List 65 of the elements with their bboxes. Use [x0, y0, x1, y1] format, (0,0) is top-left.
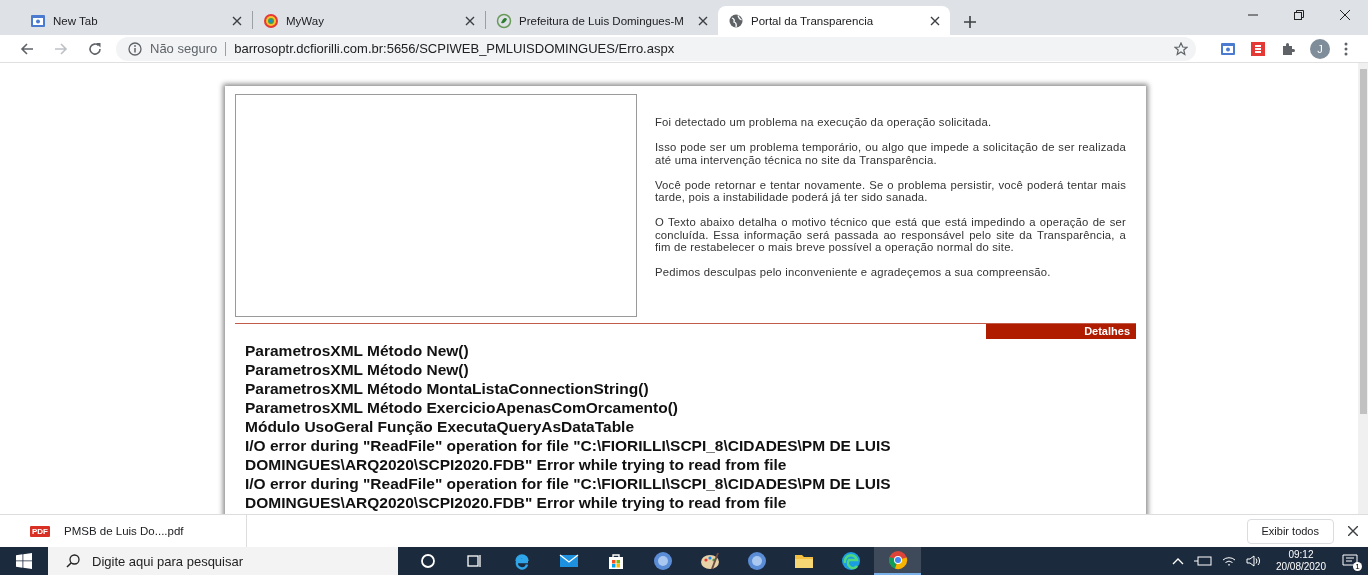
star-icon[interactable]: [1174, 41, 1188, 56]
message-paragraph: Pedimos desculpas pelo inconveniente e agradeçemos a sua compreensão.: [655, 266, 1052, 279]
task-view-icon[interactable]: [466, 553, 483, 569]
browser-tab[interactable]: New Tab: [20, 6, 252, 35]
restore-icon: [1294, 10, 1304, 20]
battery-icon[interactable]: [1193, 555, 1212, 567]
search-placeholder: Digite aqui para pesquisar: [92, 553, 244, 569]
browser-tab[interactable]: Prefeitura de Luis Domingues-M: [486, 6, 718, 35]
globe-icon: [728, 12, 744, 29]
pdf-file-icon: PDF: [30, 525, 50, 537]
address-bar[interactable]: Não seguro barrosoptr.dcfiorilli.com.br:5656/SCPIWEB_PMLUISDOMINGUES/Erro.aspx: [116, 36, 1196, 61]
error-line: ParametrosXML Método MontaListaConnectionString(): [245, 379, 649, 398]
ring-app-icon[interactable]: [652, 551, 673, 571]
reload-icon[interactable]: [88, 41, 102, 56]
notes-icon[interactable]: [1250, 40, 1266, 57]
notification-count: 1: [1353, 562, 1362, 571]
close-icon: [1340, 10, 1350, 20]
show-all-button[interactable]: Exibir todos: [1246, 518, 1334, 544]
message-paragraph: O Texto abaixo detalha o motivo técnico que está que está impedindo a operação de ser concluída. Essa informação será passada ao responsável pelo site da Transparência, a fim de restabelecer o mais breve possível a operação normal do site.: [655, 216, 1126, 254]
info-icon: [128, 41, 142, 56]
back-arrow-icon[interactable]: [20, 41, 34, 56]
wifi-icon[interactable]: [1221, 555, 1236, 567]
security-label: Não seguro: [150, 41, 218, 56]
notification-icon[interactable]: [1342, 554, 1358, 568]
close-icon[interactable]: [465, 15, 475, 26]
circle-icon[interactable]: [419, 553, 436, 569]
error-line: Módulo UsoGeral Função ExecutaQueryAsDataTable: [245, 417, 635, 436]
ring-app-icon[interactable]: [746, 551, 767, 571]
edge-icon[interactable]: [840, 551, 861, 571]
browser-tab[interactable]: Portal da Transparencia: [718, 6, 950, 35]
error-line: I/O error during "ReadFile" operation for file "C:\FIORILLI\SCPI_8\CIDADES\PM DE LUIS DOMINGUES\ARQ2020\SCPI2020.FDB" Error while trying to read from file: [245, 436, 892, 474]
message-paragraph: Você pode retornar e tentar novamente. Se o problema persistir, você poderá tentar mais tarde, pois a instabilidade poderá já ter sido sanada.: [655, 178, 1126, 204]
error-line: I/O error during "ReadFile" operation for file "C:\FIORILLI\SCPI_8\CIDADES\PM DE LUIS DOMINGUES\ARQ2020\SCPI2020.FDB" Error while trying to read from file: [245, 474, 892, 512]
menu-icon[interactable]: [1344, 41, 1348, 56]
leaf-icon: [496, 12, 512, 29]
palette-icon[interactable]: [699, 551, 720, 571]
folder-icon[interactable]: [793, 553, 814, 569]
puzzle-icon[interactable]: [1280, 40, 1296, 57]
close-icon[interactable]: [232, 15, 242, 26]
chevron-up-icon[interactable]: [1171, 557, 1184, 565]
message-paragraph: Isso pode ser um problema temporário, ou algo que impede a solicitação de ser realizada até uma intervenção técnica no site da Transparência.: [655, 141, 1126, 166]
message-paragraph: Foi detectado um problema na execução da operação solicitada.: [655, 116, 993, 129]
details-header: Detalhes: [986, 324, 1136, 339]
close-icon[interactable]: [698, 15, 708, 26]
rainbow-circle-icon: [263, 12, 279, 29]
error-line: ParametrosXML Método ExercicioApenasComOrcamento(): [245, 398, 678, 417]
plus-icon[interactable]: [964, 16, 976, 28]
volume-icon[interactable]: [1245, 555, 1260, 567]
scrollbar[interactable]: [1358, 63, 1368, 514]
close-icon[interactable]: [930, 15, 940, 26]
clock[interactable]: 09:12 20/08/2020: [1275, 549, 1326, 573]
window-icon[interactable]: [1220, 40, 1236, 57]
windows-logo-icon[interactable]: [16, 553, 32, 569]
search-icon: [66, 554, 80, 568]
download-file-name[interactable]: PMSB de Luis Do....pdf: [64, 525, 184, 537]
error-line: ParametrosXML Método New(): [245, 360, 469, 379]
mail-icon[interactable]: [558, 553, 579, 569]
window-icon: [30, 12, 46, 29]
taskbar-search-field[interactable]: Digite aqui para pesquisar: [48, 547, 398, 575]
browser-tab[interactable]: MyWay: [253, 6, 485, 35]
close-icon[interactable]: [1348, 526, 1358, 536]
error-line: ParametrosXML Método New(): [245, 341, 469, 360]
chrome-icon[interactable]: [887, 550, 908, 570]
shopping-bag-icon[interactable]: [606, 552, 625, 570]
url-text: barrosoptr.dcfiorilli.com.br:5656/SCPIWEB_PMLUISDOMINGUES/Erro.aspx: [234, 41, 676, 56]
